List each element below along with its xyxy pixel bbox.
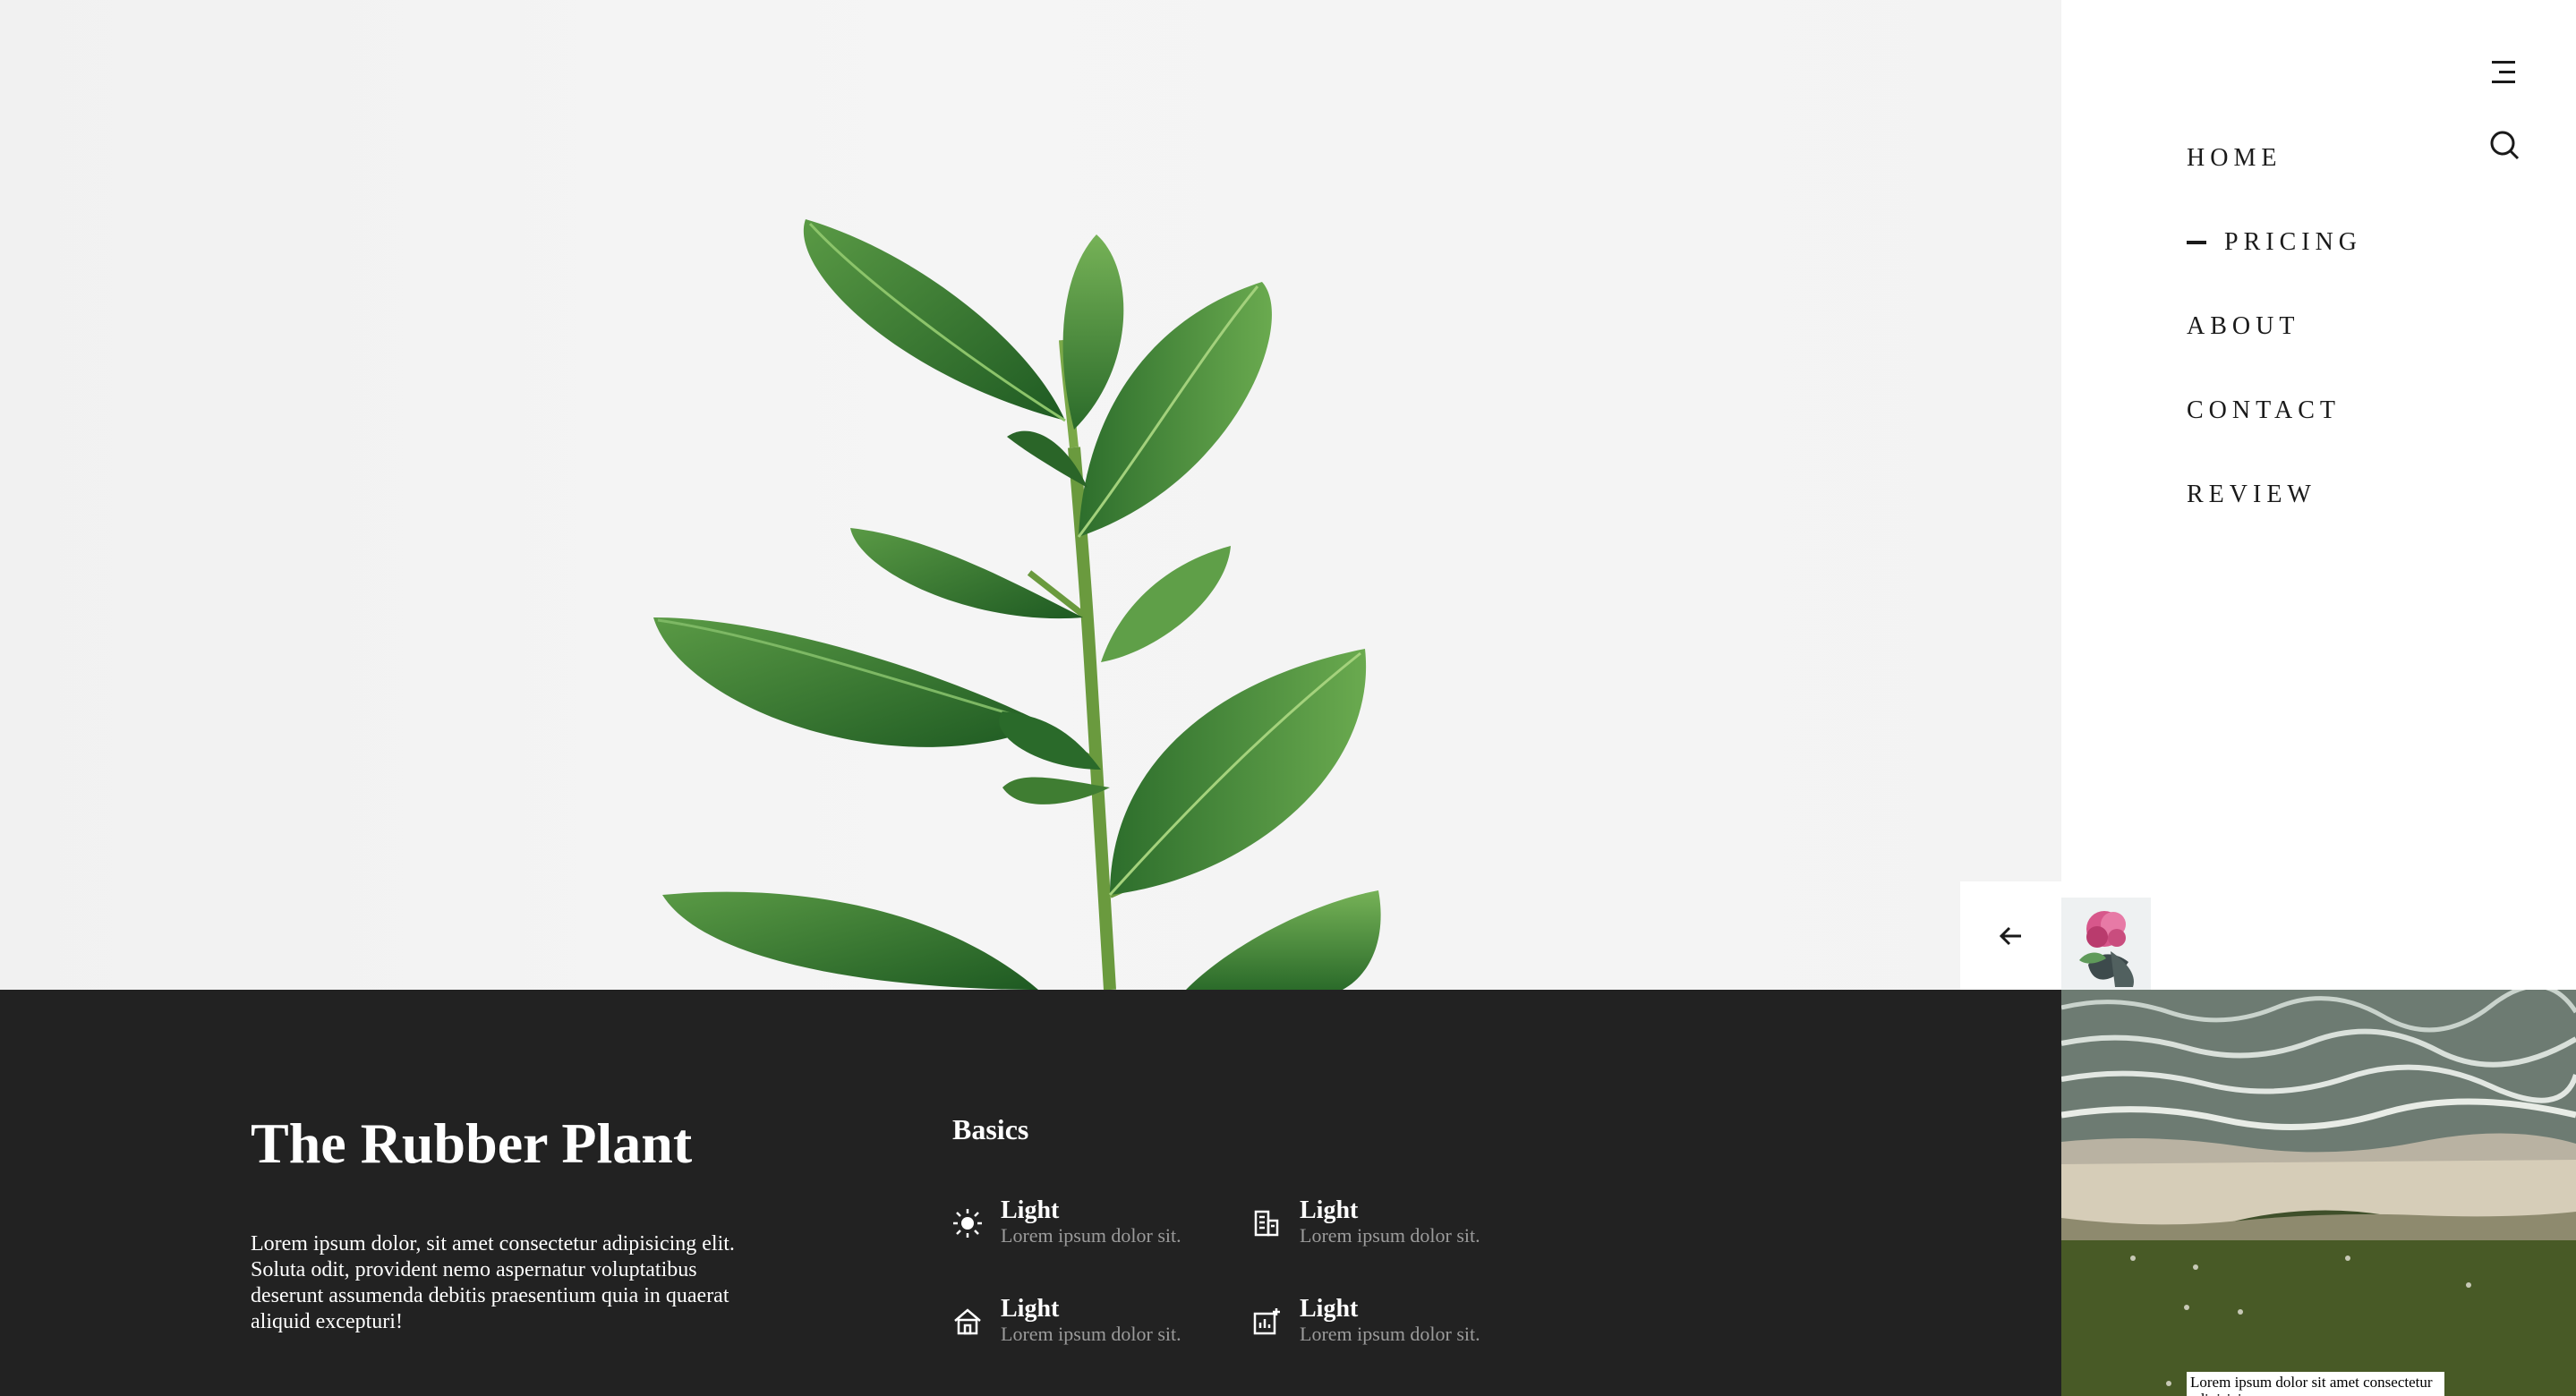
- beach-aerial-image: [2061, 990, 2576, 1396]
- feature-item: Light Lorem ipsum dolor sit.: [952, 1197, 1181, 1247]
- prev-slide-button[interactable]: [1960, 881, 2061, 990]
- plant-title: The Rubber Plant: [251, 1111, 693, 1175]
- search-icon[interactable]: [2488, 129, 2521, 161]
- nav-item-home[interactable]: HOME: [2187, 116, 2362, 200]
- nav-item-label: HOME: [2187, 144, 2282, 172]
- building-icon: [1254, 1210, 1279, 1237]
- feature-title: Light: [1300, 1196, 1359, 1224]
- feature-text: Lorem ipsum dolor sit.: [1300, 1323, 1480, 1345]
- feature-text: Lorem ipsum dolor sit.: [1001, 1323, 1181, 1345]
- nav-item-review[interactable]: REVIEW: [2187, 453, 2362, 537]
- nav-item-label: CONTACT: [2187, 396, 2341, 424]
- nav-item-label: REVIEW: [2187, 481, 2316, 508]
- slide-caption: Lorem ipsum dolor sit amet consectetur a…: [2187, 1372, 2444, 1396]
- plant-info-panel: The Rubber Plant Lorem ipsum dolor, sit …: [0, 990, 2061, 1396]
- nav-item-pricing[interactable]: PRICING: [2187, 200, 2362, 285]
- feature-title: Light: [1300, 1295, 1359, 1323]
- basics-heading: Basics: [952, 1113, 1029, 1145]
- feature-title: Light: [1001, 1196, 1060, 1224]
- feature-text: Lorem ipsum dolor sit.: [1300, 1224, 1480, 1247]
- feature-item: Light Lorem ipsum dolor sit.: [1251, 1296, 1480, 1346]
- beach-aerial-thumbnail[interactable]: Lorem ipsum dolor sit amet consectetur a…: [2061, 990, 2576, 1396]
- feature-item: Light Lorem ipsum dolor sit.: [952, 1296, 1181, 1346]
- home-icon: [954, 1308, 981, 1335]
- arrow-left-icon: [1999, 926, 2021, 945]
- nav-item-contact[interactable]: CONTACT: [2187, 369, 2362, 453]
- main-nav: HOME PRICING ABOUT CONTACT REVIEW: [2187, 116, 2362, 537]
- nav-item-about[interactable]: ABOUT: [2187, 285, 2362, 369]
- chart-icon: [1253, 1308, 1280, 1335]
- hamburger-icon[interactable]: [2488, 59, 2517, 86]
- pink-flower-thumbnail[interactable]: [2061, 898, 2151, 990]
- rubber-plant-illustration: [653, 219, 1381, 990]
- feature-text: Lorem ipsum dolor sit.: [1001, 1224, 1181, 1247]
- active-indicator: [2187, 241, 2206, 244]
- sun-icon: [953, 1209, 982, 1238]
- feature-item: Light Lorem ipsum dolor sit.: [1251, 1197, 1480, 1247]
- nav-item-label: ABOUT: [2187, 312, 2300, 340]
- feature-title: Light: [1001, 1295, 1060, 1323]
- nav-item-label: PRICING: [2224, 228, 2363, 256]
- hero-plant-image: [0, 0, 2061, 990]
- plant-description: Lorem ipsum dolor, sit amet consectetur …: [251, 1232, 735, 1333]
